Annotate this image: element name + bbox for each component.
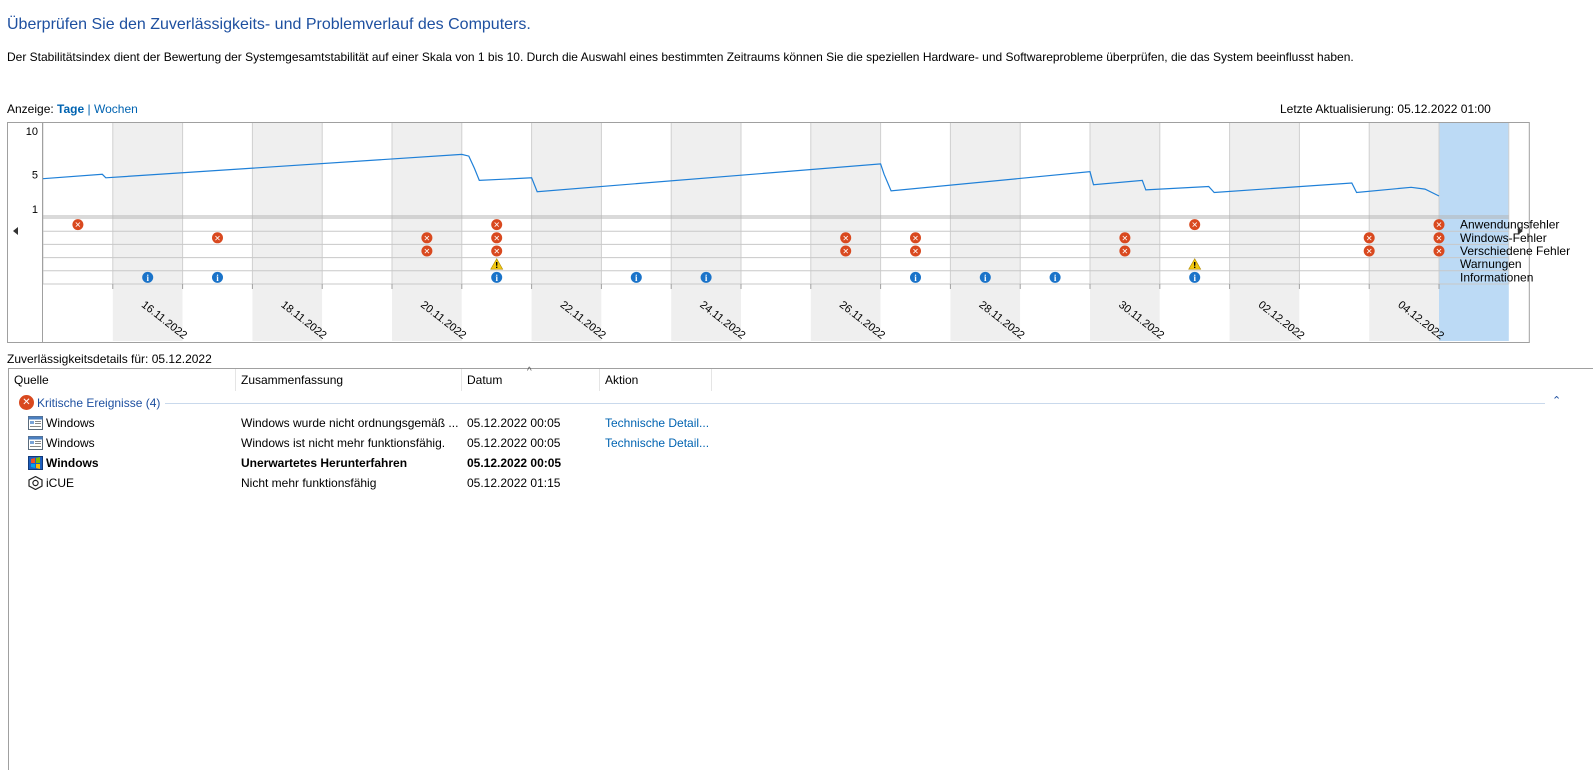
view-label: Anzeige:	[7, 102, 54, 116]
error-icon-glyph: ✕	[424, 234, 431, 243]
details-table: Quelle Zusammenfassung Datum Aktion ^ ✕ …	[8, 366, 1593, 770]
row-source: Windows	[46, 456, 99, 470]
error-icon-glyph: ✕	[424, 247, 431, 256]
row-summary: Windows wurde nicht ordnungsgemäß ...	[241, 416, 459, 430]
view-selector: Anzeige: Tage | Wochen	[7, 102, 138, 116]
page-title: Überprüfen Sie den Zuverlässigkeits- und…	[7, 16, 531, 33]
window-app-icon	[28, 416, 43, 430]
error-icon-glyph: ✕	[1436, 247, 1443, 256]
day-column[interactable]	[1299, 123, 1370, 341]
details-label: Zuverlässigkeitsdetails für: 05.12.2022	[7, 352, 212, 366]
group-label[interactable]: Kritische Ereignisse (4)	[37, 396, 160, 410]
row-date: 05.12.2022 00:05	[467, 456, 562, 470]
row-summary: Unerwartetes Herunterfahren	[241, 456, 408, 470]
error-icon: ✕	[19, 395, 34, 410]
windows-shield-icon	[28, 456, 43, 470]
event-category-label: Anwendungsfehler	[1460, 218, 1559, 232]
collapse-icon[interactable]: ⌃	[1552, 394, 1561, 407]
window-app-icon	[28, 436, 43, 450]
day-column[interactable]	[601, 123, 672, 341]
row-date: 05.12.2022 00:05	[467, 416, 561, 430]
view-weeks-link[interactable]: Wochen	[94, 102, 138, 116]
day-column[interactable]	[182, 123, 253, 341]
row-date: 05.12.2022 00:05	[467, 436, 561, 450]
error-icon-glyph: ✕	[493, 221, 500, 230]
error-icon-glyph: ✕	[1436, 234, 1443, 243]
table-row[interactable]: Windows Unerwartetes Herunterfahren 05.12.…	[9, 453, 1589, 473]
error-icon-glyph: ✕	[75, 221, 82, 230]
row-summary: Windows ist nicht mehr funktionsfähig.	[241, 436, 446, 450]
column-header-action[interactable]: Aktion	[600, 369, 712, 391]
error-icon-glyph: ✕	[842, 247, 849, 256]
row-source: Windows	[46, 436, 95, 450]
y-tick-label: 1	[32, 204, 38, 216]
row-action-link[interactable]: Technische Detail...	[605, 433, 715, 453]
day-column[interactable]	[43, 123, 113, 341]
error-icon-glyph: ✕	[1191, 221, 1198, 230]
table-row[interactable]: iCUE Nicht mehr funktionsfähig 05.12.2022 …	[9, 473, 1589, 493]
error-icon-glyph: ✕	[912, 234, 919, 243]
event-category-label: Windows-Fehler	[1460, 231, 1547, 245]
sort-indicator-icon: ^	[527, 366, 532, 377]
row-action-link[interactable]: Technische Detail...	[605, 413, 715, 433]
icue-icon	[28, 475, 43, 491]
day-column[interactable]	[1159, 123, 1230, 341]
row-source: iCUE	[46, 476, 75, 490]
table-row[interactable]: Windows Windows ist nicht mehr funktionsf…	[9, 433, 1589, 453]
error-icon-glyph: ✕	[1122, 247, 1129, 256]
y-tick-label: 10	[26, 126, 38, 138]
day-column[interactable]	[322, 123, 392, 341]
error-icon-glyph: ✕	[493, 247, 500, 256]
error-icon-glyph: ✕	[493, 234, 500, 243]
view-separator: |	[87, 102, 91, 116]
day-column[interactable]	[741, 123, 811, 341]
row-summary: Nicht mehr funktionsfähig	[241, 476, 377, 490]
critical-events-group[interactable]: ✕ Kritische Ereignisse (4) ⌃	[17, 394, 1577, 412]
last-update-text: Letzte Aktualisierung: 05.12.2022 01:00	[1280, 102, 1491, 116]
day-column[interactable]	[880, 123, 951, 341]
error-icon-glyph: ✕	[1366, 247, 1373, 256]
event-category-label: Warnungen	[1460, 257, 1522, 271]
warning-icon-glyph: !	[1193, 261, 1197, 270]
error-icon-glyph: ✕	[1366, 234, 1373, 243]
event-category-label: Verschiedene Fehler	[1460, 244, 1570, 258]
error-icon-glyph: ✕	[214, 234, 221, 243]
row-source: Windows	[46, 416, 95, 430]
table-row[interactable]: Windows Windows wurde nicht ordnungsgemäß…	[9, 413, 1589, 433]
day-column[interactable]	[461, 123, 532, 341]
view-days-link[interactable]: Tage	[57, 102, 84, 116]
row-date: 05.12.2022 01:15	[467, 476, 561, 490]
error-icon-glyph: ✕	[912, 247, 919, 256]
error-icon-glyph: ✕	[842, 234, 849, 243]
event-category-label: Informationen	[1460, 270, 1533, 284]
y-tick-label: 5	[32, 169, 38, 181]
page-description: Der Stabilitätsindex dient der Bewertung…	[7, 50, 1354, 64]
column-header-source[interactable]: Quelle	[9, 369, 236, 391]
column-header-summary[interactable]: Zusammenfassung	[236, 369, 462, 391]
reliability-chart[interactable]: 1051✕ ✕ ✕ ✕✕ ✕ ✕ ✕ ✕ ✕ ✕ ✕✕ ✕ ✕ ✕ ✕ ✕ ✕! !i i i i i i i i iAnwend…	[0, 118, 1593, 348]
warning-icon-glyph: !	[495, 261, 499, 270]
group-divider	[165, 403, 1545, 404]
error-icon-glyph: ✕	[1122, 234, 1129, 243]
day-column[interactable]	[1020, 123, 1090, 341]
error-icon-glyph: ✕	[1436, 221, 1443, 230]
